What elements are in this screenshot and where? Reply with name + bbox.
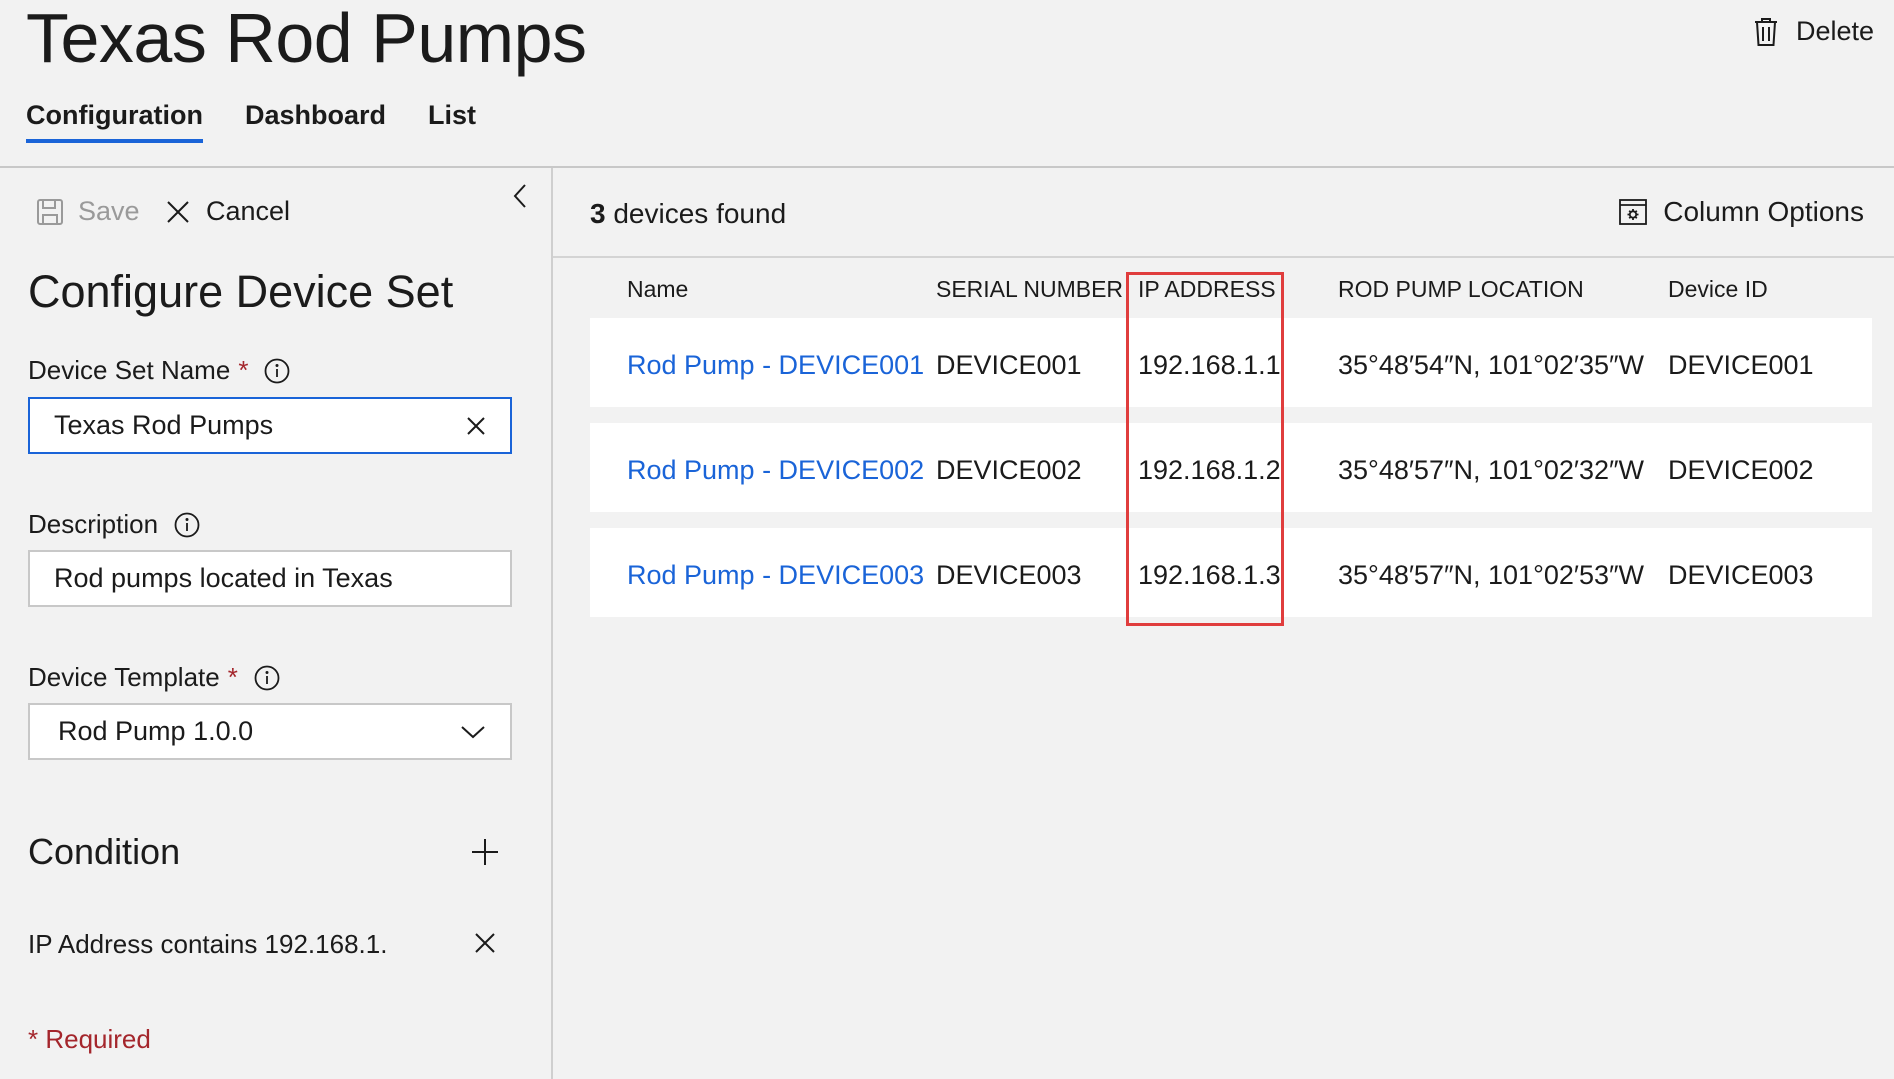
location-cell: 35°48′57″N, 101°02′53″W — [1338, 560, 1645, 590]
column-header-serial-number[interactable]: SERIAL NUMBER — [936, 276, 1123, 303]
required-mark: * — [238, 355, 249, 385]
device-template-select[interactable]: Rod Pump 1.0.0 — [28, 703, 512, 760]
panel-heading: Configure Device Set — [28, 266, 454, 317]
location-cell: 35°48′54″N, 101°02′35″W — [1338, 350, 1645, 380]
tab-bar: Configuration Dashboard List — [26, 100, 518, 143]
column-header-name[interactable]: Name — [627, 276, 688, 303]
chevron-down-icon — [460, 724, 486, 740]
tab-configuration[interactable]: Configuration — [26, 100, 203, 143]
results-count: 3 devices found — [590, 198, 786, 230]
serial-number-cell: DEVICE001 — [936, 350, 1082, 380]
results-count-number: 3 — [590, 198, 606, 229]
device-name-link[interactable]: Rod Pump - DEVICE003 — [627, 560, 924, 591]
column-options-icon — [1619, 199, 1648, 225]
device-set-name-label-text: Device Set Name — [28, 355, 231, 385]
condition-text: IP Address contains 192.168.1. — [28, 929, 388, 959]
device-name-link[interactable]: Rod Pump - DEVICE002 — [627, 455, 924, 486]
chevron-left-icon — [512, 183, 528, 209]
description-label: Description — [28, 509, 200, 540]
tab-dashboard[interactable]: Dashboard — [245, 100, 386, 143]
device-set-name-label: Device Set Name * — [28, 355, 290, 386]
device-set-name-field[interactable]: Texas Rod Pumps — [28, 397, 512, 454]
device-id-cell: DEVICE001 — [1668, 350, 1814, 380]
column-header-rod-pump-location[interactable]: ROD PUMP LOCATION — [1338, 276, 1584, 303]
results-count-suffix: devices found — [613, 198, 787, 229]
add-condition-button[interactable] — [471, 838, 499, 866]
toolbar-divider — [553, 256, 1894, 258]
cancel-label: Cancel — [206, 196, 291, 226]
device-set-name-value: Texas Rod Pumps — [54, 410, 274, 440]
description-value: Rod pumps located in Texas — [54, 563, 393, 593]
location-cell: 35°48′57″N, 101°02′32″W — [1338, 455, 1645, 485]
page-title: Texas Rod Pumps — [26, 0, 587, 77]
device-template-label-text: Device Template — [28, 662, 220, 692]
condition-heading: Condition — [28, 831, 181, 872]
ip-address-highlight — [1126, 272, 1284, 626]
column-header-device-id[interactable]: Device ID — [1668, 276, 1768, 303]
device-id-cell: DEVICE003 — [1668, 560, 1814, 590]
info-icon[interactable] — [174, 512, 200, 538]
save-button[interactable]: Save — [36, 196, 140, 227]
trash-icon — [1754, 17, 1778, 47]
delete-label: Delete — [1795, 16, 1874, 46]
remove-condition-button[interactable] — [474, 932, 496, 954]
delete-button[interactable]: Delete — [1754, 16, 1874, 47]
plus-icon — [471, 838, 499, 866]
serial-number-cell: DEVICE003 — [936, 560, 1082, 590]
device-template-value: Rod Pump 1.0.0 — [58, 716, 254, 746]
save-icon — [36, 198, 64, 226]
column-options-button[interactable]: Column Options — [1619, 196, 1864, 228]
device-name-link[interactable]: Rod Pump - DEVICE001 — [627, 350, 924, 381]
info-icon[interactable] — [254, 665, 280, 691]
column-options-label: Column Options — [1663, 196, 1864, 227]
device-template-label: Device Template * — [28, 662, 280, 693]
serial-number-cell: DEVICE002 — [936, 455, 1082, 485]
save-label: Save — [78, 196, 140, 226]
required-mark: * — [227, 662, 238, 692]
close-icon — [474, 932, 496, 954]
description-field[interactable]: Rod pumps located in Texas — [28, 550, 512, 607]
device-id-cell: DEVICE002 — [1668, 455, 1814, 485]
tab-list[interactable]: List — [428, 100, 476, 143]
info-icon[interactable] — [264, 358, 290, 384]
clear-field-icon[interactable] — [466, 416, 486, 436]
cancel-button[interactable]: Cancel — [166, 196, 290, 227]
collapse-panel-button[interactable] — [512, 183, 528, 209]
required-note: * Required — [28, 1024, 151, 1054]
description-label-text: Description — [28, 509, 159, 539]
close-icon — [166, 200, 190, 224]
